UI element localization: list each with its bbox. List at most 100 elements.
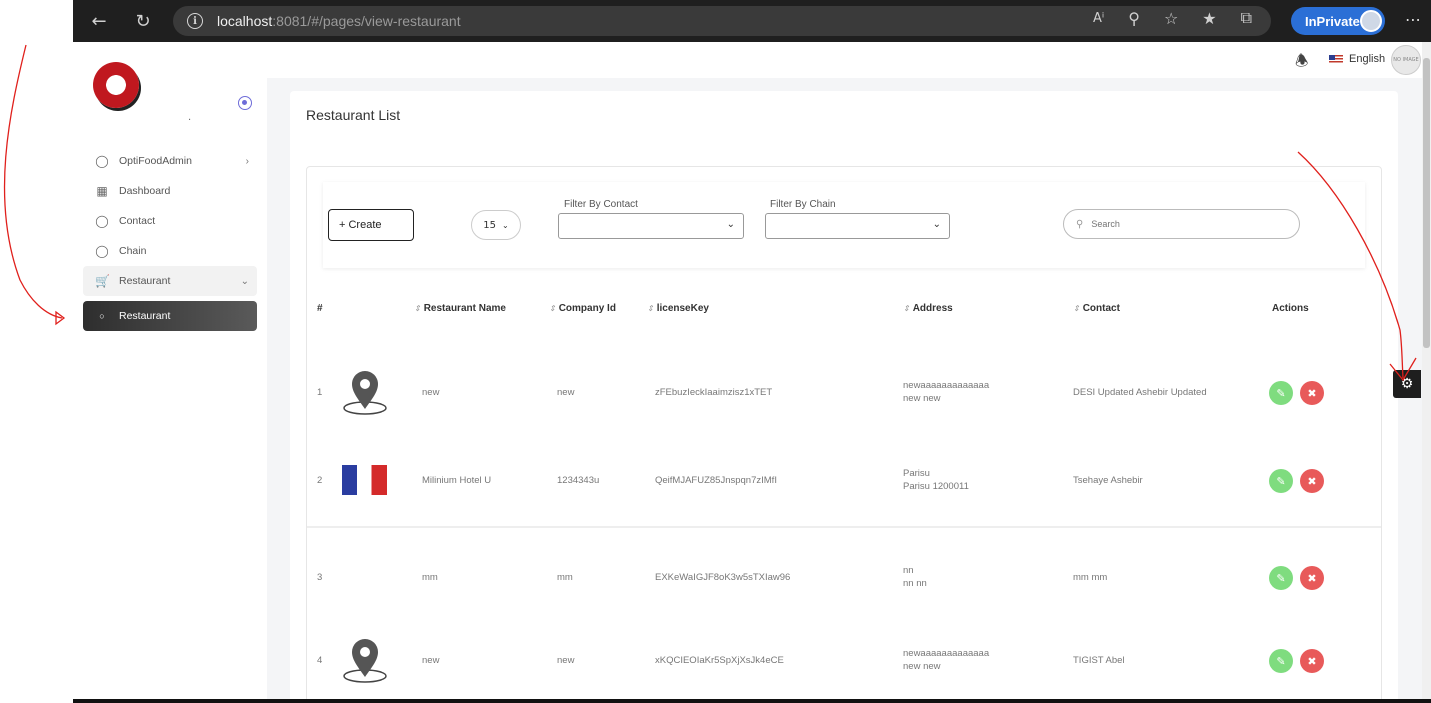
edit-icon[interactable]: ✎ (1269, 566, 1293, 590)
location-pin-icon (343, 371, 387, 415)
chevron-down-icon: ⌄ (502, 220, 509, 230)
chevron-down-icon: ⌄ (726, 219, 735, 230)
refresh-icon[interactable]: ↻ (131, 9, 155, 33)
sidebar-item-label: Restaurant (119, 275, 171, 287)
favorites-icon[interactable]: ★ (1202, 9, 1216, 28)
address-line1: Parisu (903, 468, 930, 479)
delete-icon[interactable]: ✖ (1300, 381, 1324, 405)
sidebar-subitem-restaurant[interactable]: ○ Restaurant (83, 301, 257, 331)
col-number: # (317, 303, 323, 314)
col-restaurant-name[interactable]: ⇕ Restaurant Name (414, 303, 506, 314)
circle-icon: ○ (99, 311, 105, 321)
app-header: 🕭 English NO IMAGE (267, 42, 1431, 78)
sort-icon: ⇕ (903, 304, 910, 313)
settings-gear-icon[interactable]: ⚙ (1393, 370, 1421, 398)
cell-contact: DESI Updated Ashebir Updated (1073, 387, 1207, 398)
col-company-id[interactable]: ⇕ Company Id (549, 303, 616, 314)
read-aloud-icon[interactable]: Aⁱ (1093, 11, 1104, 26)
col-contact[interactable]: ⇕ Contact (1073, 303, 1120, 314)
sidebar-item-contact[interactable]: ◯ Contact (83, 206, 257, 236)
delete-icon[interactable]: ✖ (1300, 566, 1324, 590)
row-number: 1 (317, 387, 323, 398)
logo-dot: . (188, 112, 192, 123)
sidebar-item-dashboard[interactable]: ▦ Dashboard (83, 176, 257, 206)
sidebar-item-chain[interactable]: ◯ Chain (83, 236, 257, 266)
taskbar-edge (73, 699, 1431, 703)
table-toolbar: + Create 15 ⌄ Filter By Contact ⌄ Filter… (323, 182, 1365, 268)
filter-contact-select[interactable]: ⌄ (558, 213, 744, 239)
cart-icon: 🛒 (95, 274, 110, 288)
filter-chain-select[interactable]: ⌄ (765, 213, 950, 239)
sidebar-item-optifoodadmin[interactable]: ◯ OptiFoodAdmin › (83, 146, 257, 176)
sidebar-item-label: Contact (119, 215, 156, 227)
browser-window: ← ↻ i localhost:8081/#/pages/view-restau… (73, 0, 1431, 703)
per-page-value: 15 (483, 219, 497, 231)
cell-license: EXKeWaIGJF8oK3w5sTXIaw96 (655, 572, 791, 583)
sidebar-subitem-label: Restaurant (119, 310, 171, 322)
chevron-right-icon: › (245, 155, 249, 167)
col-label: Address (912, 303, 953, 314)
user-icon: ◯ (95, 214, 109, 228)
edit-icon[interactable]: ✎ (1269, 469, 1293, 493)
cell-company: new (557, 387, 575, 398)
more-icon[interactable]: ⋯ (1405, 10, 1421, 29)
col-actions: Actions (1272, 303, 1309, 314)
chevron-down-icon: ⌄ (240, 275, 249, 287)
sort-icon: ⇕ (1073, 304, 1080, 313)
browser-actions: Aⁱ ⚲ ☆ ★ ⧉ (1093, 8, 1252, 28)
collections-icon[interactable]: ⧉ (1241, 8, 1252, 28)
language-selector[interactable]: English (1329, 53, 1385, 65)
browser-toolbar: ← ↻ i localhost:8081/#/pages/view-restau… (73, 0, 1431, 42)
table-row: 3 mm mm EXKeWaIGJF8oK3w5sTXIaw96 nn nn nn… (308, 552, 1382, 602)
cell-name: new (422, 655, 440, 666)
per-page-select[interactable]: 15 ⌄ (471, 210, 521, 240)
user-icon: ◯ (95, 154, 109, 168)
us-flag-icon (1329, 54, 1343, 64)
sidebar-menu: ◯ OptiFoodAdmin › ▦ Dashboard ◯ Contact … (83, 146, 257, 331)
filter-chain-label: Filter By Chain (770, 199, 836, 210)
delete-icon[interactable]: ✖ (1300, 649, 1324, 673)
scrollbar-thumb[interactable] (1423, 58, 1430, 348)
profile-avatar (1360, 10, 1382, 32)
cell-company: new (557, 655, 575, 666)
bell-icon[interactable]: 🕭 (1295, 51, 1308, 76)
col-license-key[interactable]: ⇕ licenseKey (647, 303, 709, 314)
delete-icon[interactable]: ✖ (1300, 469, 1324, 493)
row-number: 3 (317, 572, 323, 583)
edit-icon[interactable]: ✎ (1269, 649, 1293, 673)
url-path: :8081/#/pages/view-restaurant (272, 13, 461, 29)
sidebar-item-restaurant[interactable]: 🛒 Restaurant ⌄ (83, 266, 257, 296)
table-row: 1 new new zFEbuzIeckIaaimzisz1xTET newaa… (308, 357, 1382, 427)
favorite-add-icon[interactable]: ☆ (1164, 9, 1178, 28)
cell-address: newaaaaaaaaaaaaa new new (903, 647, 989, 673)
back-icon[interactable]: ← (87, 9, 111, 33)
col-label: Company Id (558, 303, 616, 314)
url-host: localhost (217, 13, 273, 29)
location-pin-icon (343, 639, 387, 683)
search-input[interactable] (1091, 219, 1272, 229)
cell-company: mm (557, 572, 573, 583)
create-button[interactable]: + Create (328, 209, 414, 241)
search-box[interactable]: ⚲ (1063, 209, 1300, 239)
france-flag-image (342, 465, 387, 495)
edit-icon[interactable]: ✎ (1269, 381, 1293, 405)
page-scrollbar[interactable] (1422, 42, 1431, 703)
user-icon: ◯ (95, 244, 109, 258)
row-number: 4 (317, 655, 323, 666)
table-container: + Create 15 ⌄ Filter By Contact ⌄ Filter… (306, 166, 1382, 703)
cell-license: QeifMJAFUZ85Jnspqn7zIMfI (655, 475, 777, 486)
info-icon[interactable]: i (187, 13, 203, 29)
col-label: Restaurant Name (423, 303, 506, 314)
chevron-down-icon: ⌄ (932, 219, 941, 230)
sidebar: . ◯ OptiFoodAdmin › ▦ Dashboard ◯ Contac… (73, 42, 267, 703)
sort-icon: ⇕ (647, 304, 654, 313)
sidebar-toggle-icon[interactable] (238, 96, 252, 110)
zoom-out-icon[interactable]: ⚲ (1128, 9, 1140, 28)
col-address[interactable]: ⇕ Address (903, 303, 953, 314)
app-logo (93, 62, 139, 108)
cell-license: zFEbuzIeckIaaimzisz1xTET (655, 387, 773, 398)
inprivate-button[interactable]: InPrivate (1291, 7, 1385, 35)
cell-name: new (422, 387, 440, 398)
user-avatar[interactable]: NO IMAGE (1391, 45, 1421, 75)
sort-icon: ⇕ (549, 304, 556, 313)
